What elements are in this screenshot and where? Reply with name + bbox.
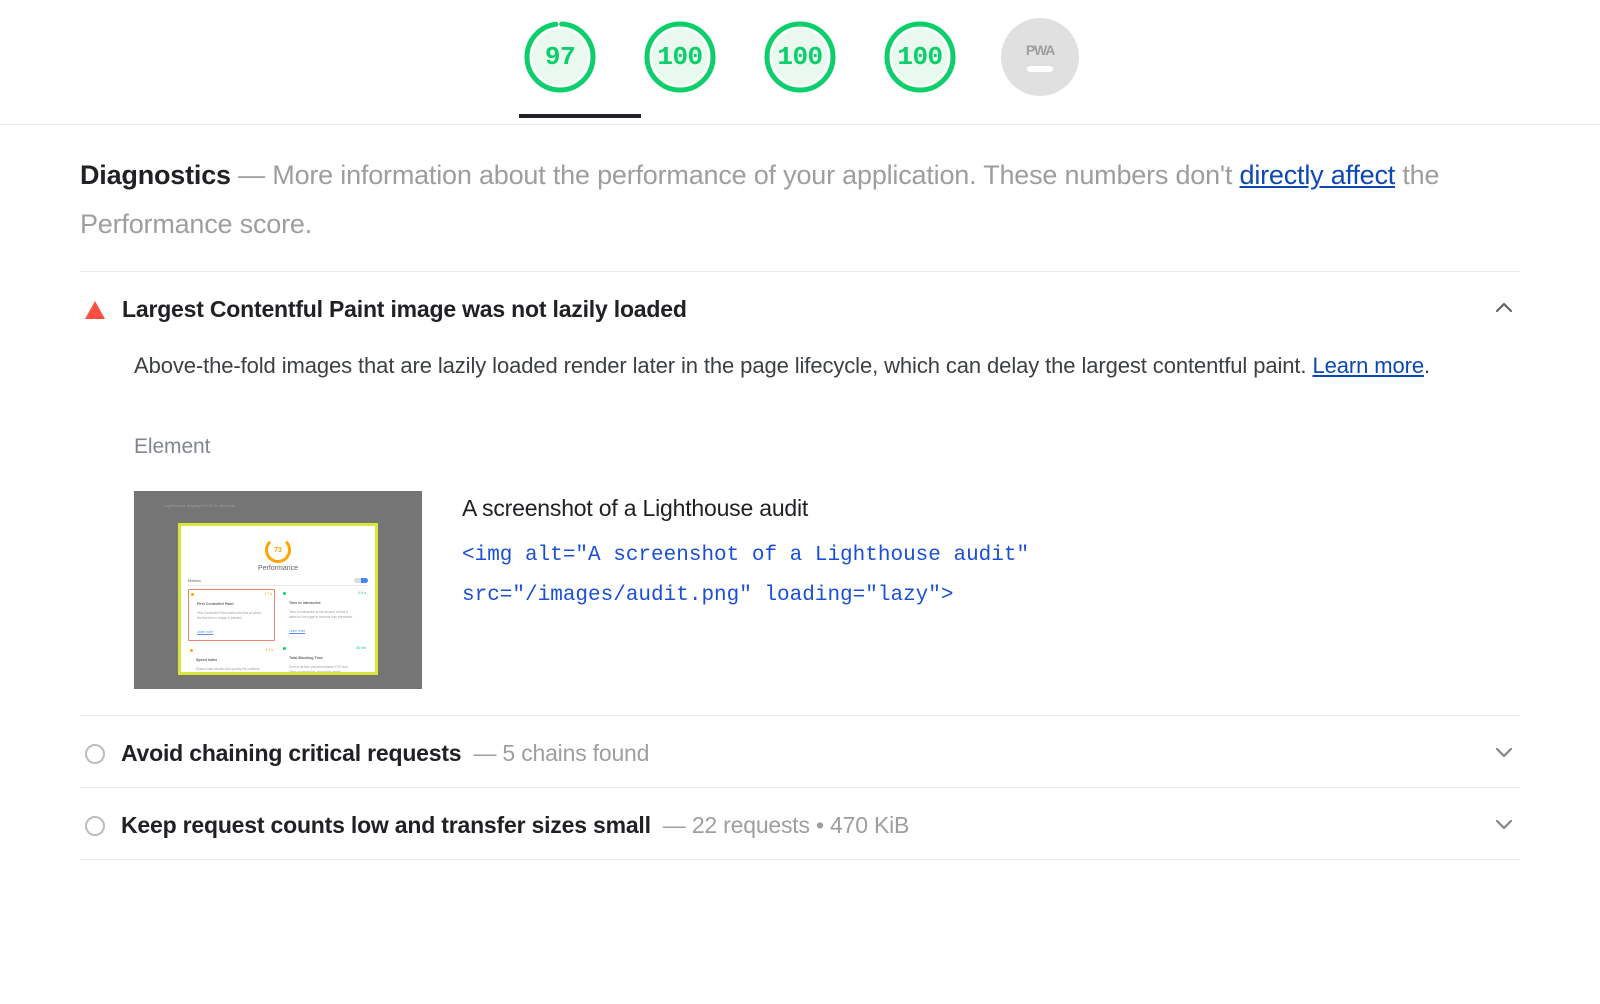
thumbnail-metric: Time to Interactive Time to interactive … [281,589,368,639]
pwa-label: PWA [1025,42,1056,58]
gauge-tab-pwa[interactable]: PWA [999,18,1081,118]
audit-divider [80,859,1520,860]
warning-triangle-icon [85,300,105,319]
thumbnail-metrics-title: Metrics [188,578,201,583]
thumbnail-metric: Speed Index Speed Index shows how quickl… [188,646,275,675]
audit-subtitle-text: 5 chains found [502,740,650,766]
gauge-tab-best-practices[interactable]: 100 [759,18,841,118]
audit-subtitle: — 5 chains found [473,740,649,767]
metric-learn-more-link: Learn more [289,629,306,634]
thumbnail-metric: First Contentful Paint First Contentful … [188,589,275,642]
metric-value: 0.9 s [358,591,366,595]
audit-header-toggle[interactable]: Avoid chaining critical requests — 5 cha… [80,716,1520,787]
pwa-gauge: PWA [1001,18,1079,96]
gauge-tab-seo[interactable]: 100 [879,18,961,118]
chevron-up-icon[interactable] [1492,296,1516,320]
audit-resource-summary: Keep request counts low and transfer siz… [80,788,1520,859]
gauge-score-value: 100 [657,42,703,72]
thumbnail-metrics-right: Time to Interactive Time to interactive … [281,589,368,674]
metric-body: Total Blocking Time Sum of all time peri… [289,646,353,674]
metric-title: Speed Index [196,658,218,663]
thumbnail-highlight-box: 73 Performance Metrics First Contentful … [178,523,378,675]
thumbnail-performance-label: Performance [257,565,299,572]
metric-text: Sum of all time periods between FCP and … [289,665,348,674]
audit-header-toggle[interactable]: Keep request counts low and transfer siz… [80,788,1520,859]
metric-status-dot-icon [283,592,286,595]
accessibility-gauge: 100 [641,18,719,96]
diagnostics-description-1: More information about the performance o… [272,160,1240,190]
audit-lcp-lazy-loaded: Largest Contentful Paint image was not l… [80,272,1520,715]
audit-description-1: Above-the-fold images that are lazily lo… [134,353,1313,378]
metric-title: First Contentful Paint [197,602,234,606]
learn-more-link[interactable]: Learn more [1312,353,1424,378]
element-snippet-column: A screenshot of a Lighthouse audit <img … [462,491,1520,616]
gauge-tab-accessibility[interactable]: 100 [639,18,721,118]
metric-title: Time to Interactive [289,601,321,605]
audit-title: Keep request counts low and transfer siz… [121,812,651,838]
audit-description-2: . [1423,353,1430,378]
metric-status-dot-icon [283,647,286,651]
metric-body: First Contentful Paint First Contentful … [197,592,261,638]
audit-title: Largest Contentful Paint image was not l… [122,296,687,322]
thumbnail-view-toggle-icon [354,578,368,583]
diagnostics-separator: — [238,160,265,190]
seo-gauge: 100 [881,18,959,96]
active-tab-indicator [519,114,641,118]
performance-gauge: 97 [521,18,599,96]
metric-value: 1.7 s [264,592,272,596]
thumbnail-performance-gauge: 73 [265,537,291,563]
thumbnail-metrics-label: Metrics [188,578,368,586]
diagnostics-title: Diagnostics [80,160,231,190]
element-column-header: Element [134,435,211,458]
chevron-down-icon[interactable] [1492,812,1516,836]
audit-separator: — [473,740,497,766]
audit-subtitle: — 22 requests • 470 KiB [662,812,910,839]
gauge-tab-performance[interactable]: 97 [519,18,641,118]
element-html-snippet: <img alt="A screenshot of a Lighthouse a… [462,544,1030,607]
metric-value: 4.0 s [265,648,273,653]
metric-text: First Contentful Paint marks the time at… [197,611,262,620]
metric-text: Speed Index shows how quickly the conten… [196,667,260,675]
diagnostics-section: Diagnostics — More information about the… [0,125,1600,860]
metric-text: Time to interactive is the amount of tim… [289,610,354,619]
score-gauges-bar: 97 100 100 100 PWA [0,0,1600,124]
circle-icon [85,743,105,764]
metric-learn-more-link: Learn more [197,630,214,635]
gauge-score-value: 100 [777,42,823,72]
circle-icon [85,815,105,836]
audit-body: Above-the-fold images that are lazily lo… [80,343,1520,715]
metric-body: Time to Interactive Time to interactive … [289,591,355,637]
audit-description: Above-the-fold images that are lazily lo… [134,343,1434,389]
lcp-element-thumbnail[interactable]: Lighthouse displays FCP in seconds 73 Pe… [134,491,422,689]
audit-critical-request-chains: Avoid chaining critical requests — 5 cha… [80,716,1520,787]
metric-body: Speed Index Speed Index shows how quickl… [196,648,262,675]
metric-status-dot-icon [191,593,194,596]
thumbnail-metric-columns: First Contentful Paint First Contentful … [188,589,368,675]
gauge-score-value: 100 [897,42,943,72]
audit-header-toggle[interactable]: Largest Contentful Paint image was not l… [80,272,1520,343]
metric-status-dot-icon [190,649,193,653]
element-alt-text: A screenshot of a Lighthouse audit [462,495,809,521]
audit-title: Avoid chaining critical requests [121,740,462,766]
thumbnail-caption: Lighthouse displays FCP in seconds [164,503,236,508]
chevron-down-icon[interactable] [1492,740,1516,764]
thumbnail-metric: Total Blocking Time Sum of all time peri… [281,644,368,674]
audit-subtitle-text: 22 requests • 470 KiB [691,812,910,838]
thumbnail-metrics-left: First Contentful Paint First Contentful … [188,589,275,675]
diagnostics-header: Diagnostics — More information about the… [80,125,1520,271]
audit-separator: — [662,812,686,838]
element-row: Lighthouse displays FCP in seconds 73 Pe… [134,491,1520,689]
pwa-dash-icon [1027,66,1053,72]
directly-affect-link[interactable]: directly affect [1240,160,1396,190]
metric-title: Total Blocking Time [289,656,323,661]
gauge-score-value: 97 [544,42,576,72]
metric-value: 30 ms [356,646,366,651]
best-practices-gauge: 100 [761,18,839,96]
